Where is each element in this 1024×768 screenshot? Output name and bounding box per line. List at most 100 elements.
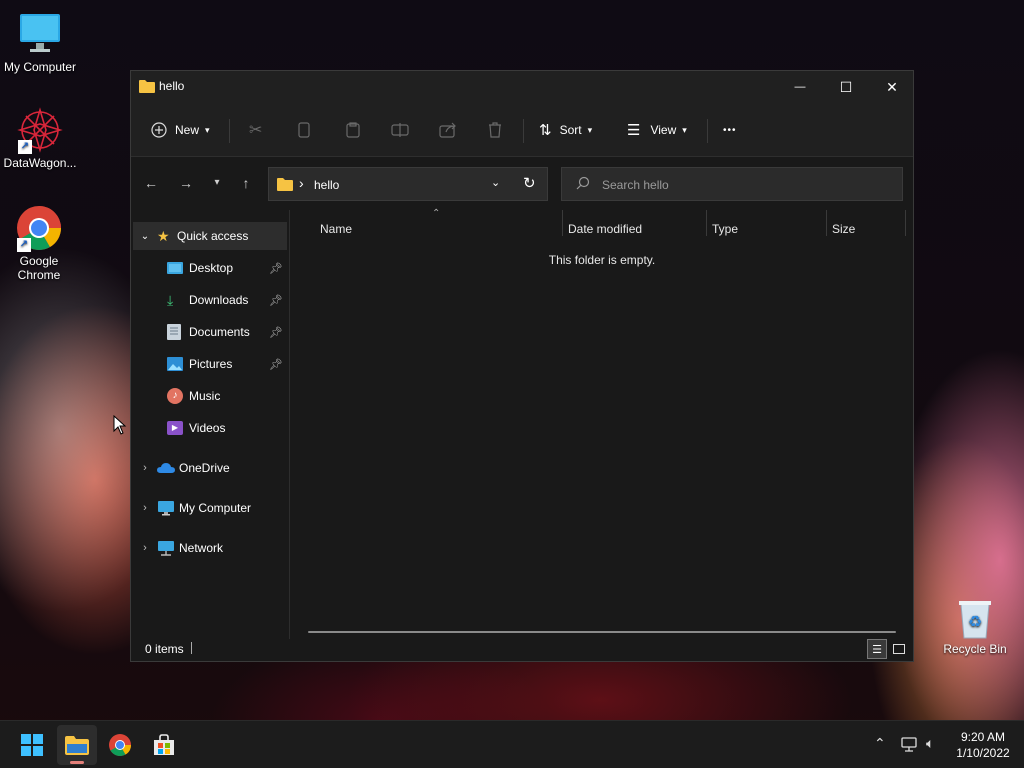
new-button[interactable]: New ▾: [151, 115, 210, 145]
recent-locations-button[interactable]: ▾: [207, 173, 227, 193]
arrow-left-icon: ←: [144, 175, 158, 191]
sidebar-item-downloads[interactable]: ⤓ Downloads 📌︎: [133, 286, 287, 314]
chevron-down-icon: ▾: [214, 177, 220, 188]
sidebar-item-label: Pictures: [189, 357, 233, 371]
minimize-button[interactable]: —: [777, 71, 823, 103]
shortcut-arrow-icon: ↗: [18, 140, 32, 154]
plus-circle-icon: [151, 122, 167, 138]
sidebar-item-documents[interactable]: Documents 📌︎: [133, 318, 287, 346]
column-divider[interactable]: [826, 210, 827, 236]
breadcrumb-separator-icon: ›: [299, 175, 304, 191]
sidebar-item-desktop[interactable]: Desktop 📌︎: [133, 254, 287, 282]
item-count: 0 items: [145, 642, 184, 656]
share-button[interactable]: [439, 115, 457, 145]
clock-time: 9:20 AM: [960, 730, 1006, 744]
network-status-icon[interactable]: [901, 737, 919, 753]
monitor-icon: [158, 501, 174, 516]
pin-icon: 📌︎: [269, 294, 283, 307]
search-input[interactable]: Search hello: [602, 178, 669, 192]
column-header-type[interactable]: Type: [712, 222, 738, 236]
sidebar-item-label: Music: [189, 389, 221, 403]
desktop-icon-label: Recycle Bin: [943, 642, 1007, 656]
desktop-icon-my-computer[interactable]: My Computer: [0, 10, 80, 74]
folder-icon: [139, 79, 155, 96]
arrow-up-icon: ↑: [242, 175, 250, 191]
column-divider[interactable]: [905, 210, 906, 236]
empty-folder-message: This folder is empty.: [548, 253, 656, 267]
chevron-right-icon: ›: [143, 542, 147, 554]
view-button[interactable]: ☰ View ▾: [627, 115, 687, 145]
sort-icon: ⇅: [539, 122, 552, 139]
copy-button[interactable]: [297, 115, 311, 145]
pictures-icon: [167, 357, 183, 371]
rename-button[interactable]: [391, 115, 409, 145]
chevron-up-icon[interactable]: ⌃: [874, 735, 886, 752]
address-bar[interactable]: › hello ⌄ ↻: [268, 167, 548, 201]
maximize-button[interactable]: ☐: [823, 71, 869, 103]
close-icon: ✕: [886, 78, 898, 95]
large-icons-view-button[interactable]: [889, 639, 909, 659]
cut-button[interactable]: ✂: [249, 115, 262, 145]
taskbar-file-explorer[interactable]: [57, 725, 97, 765]
up-button[interactable]: ↑: [236, 173, 256, 193]
horizontal-scrollbar[interactable]: [308, 631, 896, 633]
sort-label: Sort: [559, 123, 582, 137]
sidebar-item-network[interactable]: › Network: [133, 534, 287, 562]
desktop-icon-datawagon[interactable]: ↗ DataWagon...: [0, 106, 80, 170]
file-list[interactable]: ⌃ Name Date modified Type Size This fold…: [290, 208, 914, 641]
sidebar-item-quick-access[interactable]: ⌄ ★ Quick access: [133, 222, 287, 250]
sidebar-item-pictures[interactable]: Pictures 📌︎: [133, 350, 287, 378]
file-explorer-icon: [65, 736, 89, 755]
paste-button[interactable]: [345, 115, 361, 145]
chevron-down-icon: ▾: [205, 124, 210, 135]
close-button[interactable]: ✕: [869, 71, 915, 103]
volume-icon[interactable]: 🔈︎: [926, 735, 934, 752]
sidebar-item-my-computer[interactable]: › My Computer: [133, 494, 287, 522]
delete-button[interactable]: [487, 115, 503, 145]
forward-button[interactable]: →: [176, 173, 196, 193]
scissors-icon: ✂: [249, 122, 263, 139]
arrow-right-icon: →: [179, 175, 193, 191]
toolbar-divider: [523, 119, 524, 143]
details-view-icon: ☰: [872, 643, 882, 656]
sidebar-item-music[interactable]: ♪ Music: [133, 382, 287, 410]
trash-icon: [489, 122, 501, 138]
taskbar-microsoft-store[interactable]: [144, 725, 184, 765]
column-header-date-modified[interactable]: Date modified: [568, 222, 642, 236]
details-view-button[interactable]: ☰: [867, 639, 887, 659]
more-options-button[interactable]: •••: [723, 115, 737, 145]
star-icon: ★: [157, 227, 170, 244]
address-dropdown-icon[interactable]: ⌄: [491, 176, 500, 189]
sidebar-item-label: Documents: [189, 325, 250, 339]
breadcrumb-hello[interactable]: hello: [314, 178, 339, 192]
navigation-pane: ⌄ ★ Quick access Desktop 📌︎ ⤓ Downloads …: [131, 210, 289, 641]
taskbar-chrome[interactable]: [100, 725, 140, 765]
column-header-name[interactable]: Name: [320, 222, 352, 236]
sidebar-item-label: Videos: [189, 421, 226, 435]
desktop-icon-recycle-bin[interactable]: ♻ Recycle Bin: [936, 598, 1014, 656]
start-button[interactable]: [12, 725, 52, 765]
back-button[interactable]: ←: [141, 173, 161, 193]
search-box[interactable]: Search hello: [561, 167, 903, 201]
clock[interactable]: 9:20 AM 1/10/2022: [950, 729, 1016, 761]
view-lines-icon: ☰: [627, 122, 641, 139]
cloud-icon: [157, 463, 175, 473]
mouse-cursor-icon: [113, 415, 127, 435]
column-header-size[interactable]: Size: [832, 222, 855, 236]
new-label: New: [175, 123, 200, 137]
refresh-icon[interactable]: ↻: [523, 174, 536, 192]
command-bar: New ▾ ✂ ⇅ Sort ▾ ☰ View ▾ •••: [131, 103, 913, 157]
sidebar-item-onedrive[interactable]: › OneDrive: [133, 454, 287, 482]
desktop-icon-google-chrome[interactable]: ↗ Google Chrome: [0, 204, 78, 282]
view-label: View: [650, 123, 677, 137]
document-icon: [167, 324, 181, 340]
column-divider[interactable]: [562, 210, 563, 236]
sidebar-item-videos[interactable]: ▶ Videos: [133, 414, 287, 442]
desktop-folder-icon: [167, 262, 183, 274]
sort-button[interactable]: ⇅ Sort ▾: [539, 115, 592, 145]
copy-icon: [298, 122, 310, 138]
rename-icon: [391, 123, 409, 137]
column-divider[interactable]: [706, 210, 707, 236]
title-bar[interactable]: hello — ☐ ✕: [131, 71, 913, 103]
clipboard-icon: [346, 122, 360, 138]
